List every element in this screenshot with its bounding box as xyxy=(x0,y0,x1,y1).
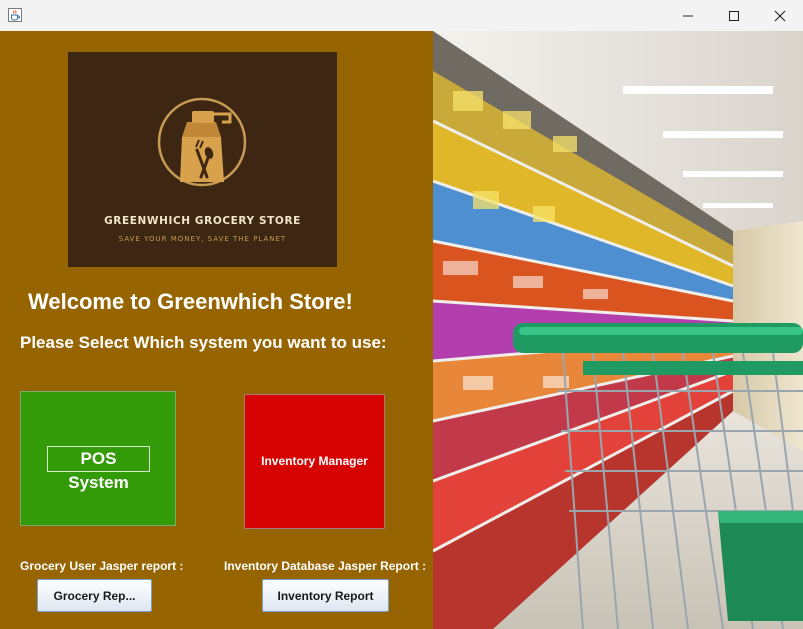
inventory-manager-label: Inventory Manager xyxy=(261,454,368,468)
pos-system-label: POS System xyxy=(47,446,150,492)
inventory-manager-button[interactable]: Inventory Manager xyxy=(244,394,385,529)
supermarket-aisle-image xyxy=(433,31,803,629)
grocery-report-caption: Grocery User Jasper report : xyxy=(20,559,184,573)
main-frame: GREENWHICH GROCERY STORE SAVE YOUR MONEY… xyxy=(0,31,803,629)
store-logo: GREENWHICH GROCERY STORE SAVE YOUR MONEY… xyxy=(68,52,337,267)
logo-tagline: SAVE YOUR MONEY, SAVE THE PLANET xyxy=(118,235,287,243)
logo-title: GREENWHICH GROCERY STORE xyxy=(104,215,301,227)
minimize-button[interactable] xyxy=(665,0,711,31)
system-prompt: Please Select Which system you want to u… xyxy=(20,333,387,352)
maximize-button[interactable] xyxy=(711,0,757,31)
maximize-icon xyxy=(729,10,739,21)
welcome-heading: Welcome to Greenwhich Store! xyxy=(28,289,353,314)
inventory-report-button[interactable]: Inventory Report xyxy=(262,579,389,612)
close-icon xyxy=(774,10,786,21)
selection-panel: GREENWHICH GROCERY STORE SAVE YOUR MONEY… xyxy=(0,31,433,629)
pos-system-button[interactable]: POS System xyxy=(20,391,176,526)
grocery-report-button[interactable]: Grocery Rep... xyxy=(37,579,152,612)
minimize-icon xyxy=(683,15,693,16)
close-button[interactable] xyxy=(757,0,803,31)
inventory-report-caption: Inventory Database Jasper Report : xyxy=(224,559,427,573)
window-title-bar xyxy=(0,0,803,32)
java-cup-icon xyxy=(7,7,23,23)
